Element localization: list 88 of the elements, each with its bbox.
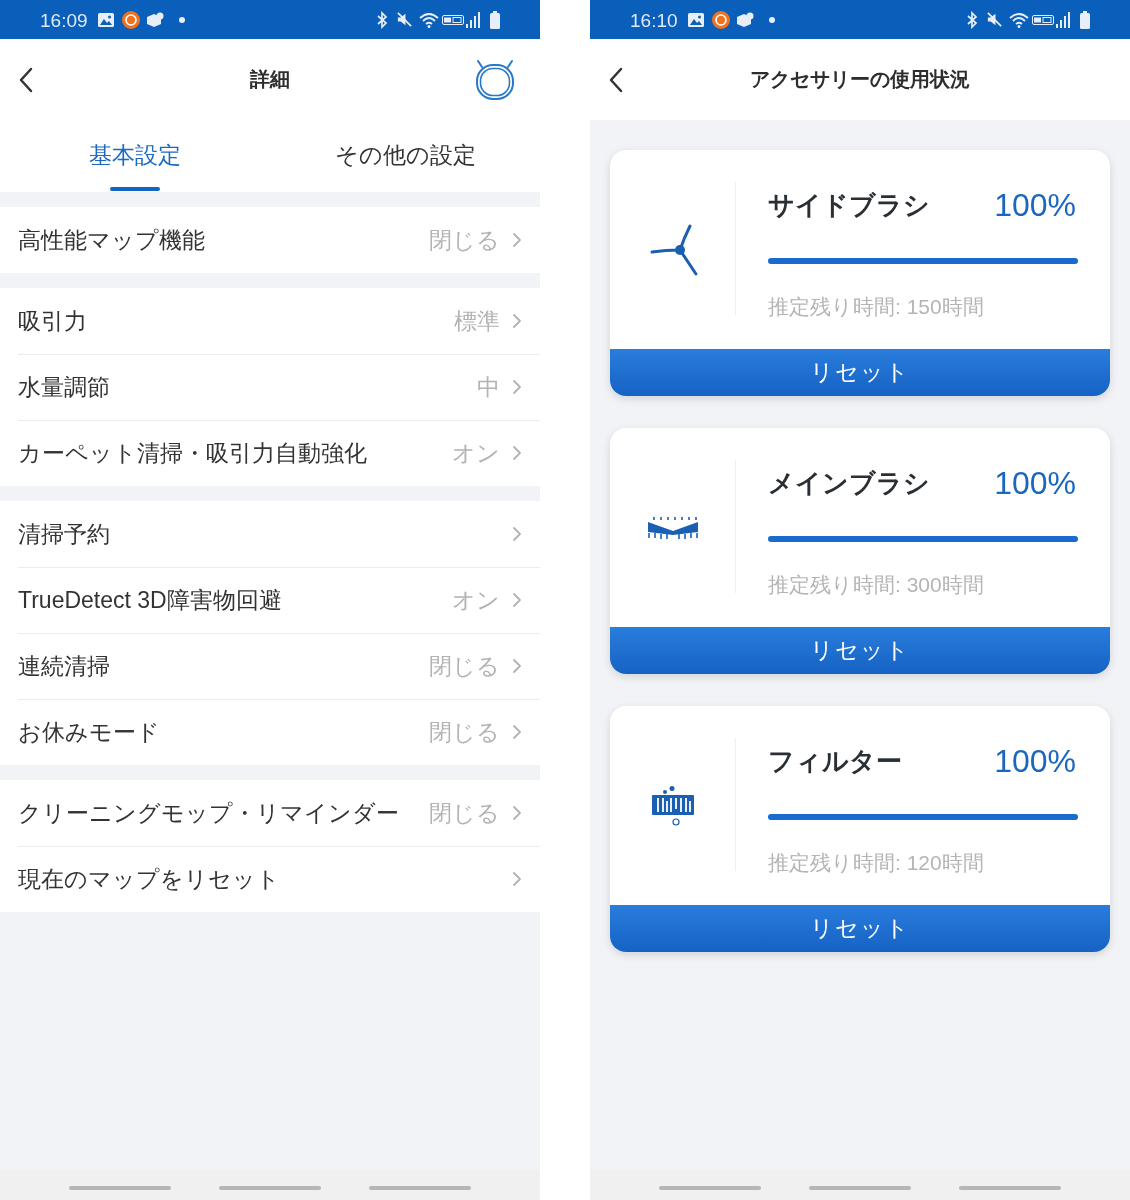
wifi-icon (1009, 11, 1029, 28)
settings-row[interactable]: 連続清掃 閉じる (0, 633, 540, 699)
chevron-right-icon (512, 313, 522, 329)
settings-row[interactable]: 現在のマップをリセット (0, 846, 540, 912)
setting-value: 閉じる (429, 717, 500, 747)
app-notification-icon (711, 10, 730, 29)
percent-value: 100% (994, 464, 1076, 502)
setting-value: オン (452, 438, 500, 468)
tab[interactable]: 基本設定 (0, 120, 270, 192)
filter-icon (649, 784, 696, 827)
remaining-time: 推定残り時間: 300時間 (768, 572, 984, 598)
remaining-time: 推定残り時間: 150時間 (768, 294, 984, 320)
status-time: 16:09 (40, 10, 88, 32)
reset-button[interactable]: リセット (610, 905, 1110, 952)
settings-row[interactable]: カーペット清掃・吸引力自動強化 オン (0, 420, 540, 486)
settings-row[interactable]: お休みモード 閉じる (0, 699, 540, 765)
app-notification-icon (121, 10, 140, 29)
gesture-hint-icon[interactable] (809, 1186, 911, 1190)
chevron-right-icon (512, 805, 522, 821)
volte-icon (1032, 13, 1054, 26)
chevron-right-icon (512, 724, 522, 740)
gallery-icon (687, 12, 704, 27)
setting-value: 閉じる (429, 651, 500, 681)
setting-label: 清掃予約 (18, 519, 110, 549)
percent-value: 100% (994, 186, 1076, 224)
chevron-right-icon (512, 379, 522, 395)
mute-icon (986, 11, 1003, 28)
reset-button[interactable]: リセット (610, 349, 1110, 396)
accessory-name: フィルター (768, 744, 902, 778)
chevron-right-icon (512, 232, 522, 248)
setting-label: 高性能マップ機能 (18, 225, 205, 255)
page-title: 詳細 (250, 67, 290, 92)
tab[interactable]: その他の設定 (270, 120, 540, 192)
signal-icon (466, 11, 480, 28)
chevron-right-icon (512, 871, 522, 887)
gesture-hint-icon[interactable] (69, 1186, 171, 1190)
settings-row[interactable]: TrueDetect 3D障害物回避 オン (0, 567, 540, 633)
gesture-hint-icon[interactable] (219, 1186, 321, 1190)
gesture-hint-icon[interactable] (369, 1186, 471, 1190)
settings-row[interactable]: 清掃予約 (0, 501, 540, 567)
robot-vacuum-icon[interactable] (473, 57, 517, 102)
gesture-hint-icon[interactable] (959, 1186, 1061, 1190)
signal-icon (1056, 11, 1070, 28)
volte-icon (442, 13, 464, 26)
status-time: 16:10 (630, 10, 678, 32)
reset-button[interactable]: リセット (610, 627, 1110, 674)
chevron-right-icon (512, 592, 522, 608)
mute-icon (396, 11, 413, 28)
setting-label: 水量調節 (18, 372, 110, 402)
chevron-right-icon (512, 658, 522, 674)
gesture-hint-icon[interactable] (659, 1186, 761, 1190)
roller-brush-icon (645, 515, 700, 540)
chevron-right-icon (512, 445, 522, 461)
accessory-name: メインブラシ (768, 466, 930, 500)
page-title: アクセサリーの使用状況 (750, 67, 970, 92)
remaining-time: 推定残り時間: 120時間 (768, 850, 984, 876)
notification-dot-icon (768, 16, 775, 23)
gallery-icon (97, 12, 114, 27)
package-icon (145, 11, 164, 28)
setting-value: 閉じる (429, 225, 500, 255)
settings-row[interactable]: クリーニングモップ・リマインダー 閉じる (0, 780, 540, 846)
setting-value: 閉じる (429, 798, 500, 828)
battery-icon (490, 10, 500, 29)
side-brush-icon (649, 223, 700, 276)
setting-label: TrueDetect 3D障害物回避 (18, 585, 282, 615)
setting-value: 中 (477, 372, 500, 402)
setting-label: カーペット清掃・吸引力自動強化 (18, 438, 367, 468)
package-icon (735, 11, 754, 28)
setting-value: 標準 (454, 306, 500, 336)
wifi-icon (419, 11, 439, 28)
settings-row[interactable]: 水量調節 中 (0, 354, 540, 420)
notification-dot-icon (178, 16, 185, 23)
setting-label: 現在のマップをリセット (18, 864, 280, 894)
battery-icon (1080, 10, 1090, 29)
setting-label: クリーニングモップ・リマインダー (18, 798, 399, 828)
setting-label: 連続清掃 (18, 651, 110, 681)
bluetooth-icon (966, 10, 978, 29)
settings-row[interactable]: 高性能マップ機能 閉じる (0, 207, 540, 273)
accessory-name: サイドブラシ (768, 188, 930, 222)
settings-row[interactable]: 吸引力 標準 (0, 288, 540, 354)
setting-value: オン (452, 585, 500, 615)
percent-value: 100% (994, 742, 1076, 780)
chevron-right-icon (512, 526, 522, 542)
bluetooth-icon (376, 10, 388, 29)
setting-label: 吸引力 (18, 306, 87, 336)
back-icon[interactable] (608, 66, 624, 93)
setting-label: お休みモード (18, 717, 160, 747)
back-icon[interactable] (18, 66, 34, 93)
